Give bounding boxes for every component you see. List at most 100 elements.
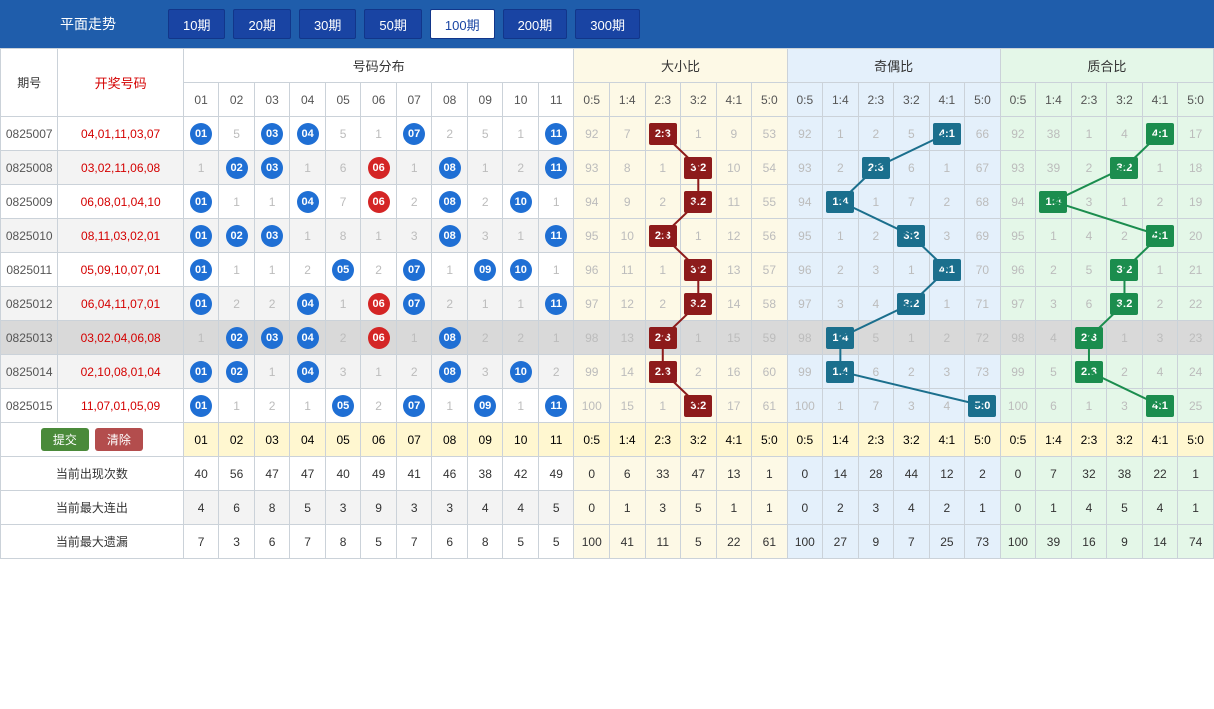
sub-4:1: 4:1 [929, 83, 965, 117]
period-btn-30期[interactable]: 30期 [299, 9, 356, 39]
ball-08: 08 [439, 191, 461, 213]
table-row[interactable]: 082501105,09,10,07,010111205207109101961… [1, 253, 1214, 287]
ball-07: 07 [403, 259, 425, 281]
table-row[interactable]: 082501303,02,04,06,081020304206108221981… [1, 321, 1214, 355]
odd-2:3: 7 [858, 389, 894, 423]
num-07: 07 [396, 253, 432, 287]
sub-4:1: 4:1 [1142, 83, 1178, 117]
clear-button[interactable]: 清除 [95, 428, 143, 451]
odd-4:1: 1 [929, 151, 965, 185]
num-05: 5 [325, 117, 361, 151]
num-05: 05 [325, 253, 361, 287]
big-4:1: 11 [716, 185, 752, 219]
prime-5:0: 22 [1178, 287, 1214, 321]
big-0:5: 94 [574, 185, 610, 219]
ball-05: 05 [332, 395, 354, 417]
stat: 0 [574, 491, 610, 525]
sub-4:1: 4:1 [716, 83, 752, 117]
odd-5:0: 70 [965, 253, 1001, 287]
stat: 5 [1107, 491, 1143, 525]
ball-04: 04 [297, 293, 319, 315]
num-06: 1 [361, 219, 397, 253]
num-03: 03 [254, 219, 290, 253]
num-08: 1 [432, 389, 468, 423]
num-08: 1 [432, 253, 468, 287]
odd-1:4: 3 [823, 287, 859, 321]
stat: 2 [965, 457, 1001, 491]
chip-odd: 4:1 [933, 259, 961, 281]
num-09: 3 [467, 355, 503, 389]
num-07: 07 [396, 117, 432, 151]
y-09: 09 [467, 423, 503, 457]
ball-02: 02 [226, 225, 248, 247]
stat: 0 [574, 457, 610, 491]
y-04: 04 [290, 423, 326, 457]
stat: 2 [929, 491, 965, 525]
period-btn-50期[interactable]: 50期 [364, 9, 421, 39]
num-08: 08 [432, 219, 468, 253]
ball-07: 07 [403, 123, 425, 145]
ball-03: 03 [261, 225, 283, 247]
ball-11: 11 [545, 123, 567, 145]
stat: 1 [752, 457, 788, 491]
prime-3:2: 3:2 [1107, 253, 1143, 287]
table-row[interactable]: 082501511,07,01,05,090112105207109111100… [1, 389, 1214, 423]
prime-1:4: 1:4 [1036, 185, 1072, 219]
y-08: 08 [432, 423, 468, 457]
table-row[interactable]: 082500803,02,11,06,081020316061081211938… [1, 151, 1214, 185]
stat: 41 [610, 525, 646, 559]
cell-codes: 03,02,11,06,08 [58, 151, 183, 185]
sub-5:0: 5:0 [965, 83, 1001, 117]
num-01: 01 [183, 355, 219, 389]
ball-04: 04 [297, 327, 319, 349]
big-5:0: 57 [752, 253, 788, 287]
num-02: 5 [219, 117, 255, 151]
sub-3:2: 3:2 [894, 83, 930, 117]
chip-odd: 4:1 [933, 123, 961, 145]
big-2:3: 2:3 [645, 117, 681, 151]
table-row[interactable]: 082501206,04,11,07,010122041060721111971… [1, 287, 1214, 321]
sub-08: 08 [432, 83, 468, 117]
stat: 9 [1107, 525, 1143, 559]
sub-09: 09 [467, 83, 503, 117]
stat: 74 [1178, 525, 1214, 559]
num-11: 11 [538, 151, 574, 185]
big-2:3: 2:3 [645, 219, 681, 253]
prime-1:4: 1 [1036, 219, 1072, 253]
prime-5:0: 21 [1178, 253, 1214, 287]
ball-04: 04 [297, 191, 319, 213]
num-02: 2 [219, 287, 255, 321]
ball-06: 06 [368, 327, 390, 349]
period-btn-20期[interactable]: 20期 [233, 9, 290, 39]
table-row[interactable]: 082500906,08,01,04,100111047062082101949… [1, 185, 1214, 219]
odd-0:5: 94 [787, 185, 823, 219]
period-btn-200期[interactable]: 200期 [503, 9, 568, 39]
submit-button[interactable]: 提交 [41, 428, 89, 451]
prime-2:3: 1 [1071, 389, 1107, 423]
sub-01: 01 [183, 83, 219, 117]
odd-3:2: 3:2 [894, 219, 930, 253]
ball-08: 08 [439, 361, 461, 383]
chip-big: 3:2 [684, 259, 712, 281]
period-btn-10期[interactable]: 10期 [168, 9, 225, 39]
sub-0:5: 0:5 [787, 83, 823, 117]
num-09: 1 [467, 151, 503, 185]
ball-10: 10 [510, 259, 532, 281]
table-row[interactable]: 082501008,11,03,02,010102031813083111951… [1, 219, 1214, 253]
stat: 1 [1178, 491, 1214, 525]
stat: 1 [716, 491, 752, 525]
period-btn-100期[interactable]: 100期 [430, 9, 495, 39]
table-row[interactable]: 082500704,01,11,03,070150304510725111927… [1, 117, 1214, 151]
stat: 22 [716, 525, 752, 559]
period-btn-300期[interactable]: 300期 [575, 9, 640, 39]
num-09: 2 [467, 185, 503, 219]
big-3:2: 3:2 [681, 389, 717, 423]
odd-5:0: 66 [965, 117, 1001, 151]
num-03: 1 [254, 355, 290, 389]
big-2:3: 2:3 [645, 321, 681, 355]
ball-04: 04 [297, 123, 319, 145]
cell-codes: 06,04,11,07,01 [58, 287, 183, 321]
num-10: 10 [503, 355, 539, 389]
table-row[interactable]: 082501402,10,08,01,040102104312083102991… [1, 355, 1214, 389]
num-09: 5 [467, 117, 503, 151]
